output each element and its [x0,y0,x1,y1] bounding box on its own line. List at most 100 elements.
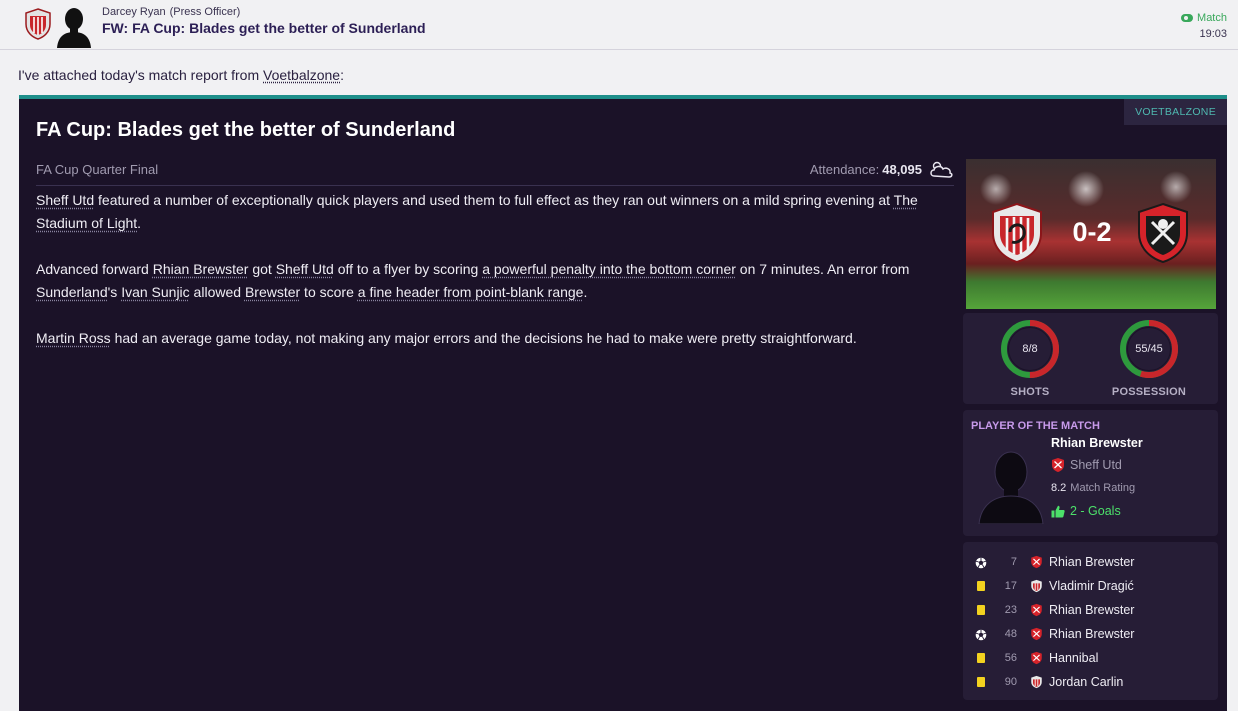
event-player[interactable]: Rhian Brewster [1049,627,1134,641]
text: featured a number of exceptionally quick… [94,192,894,208]
event-player[interactable]: Rhian Brewster [1049,603,1134,617]
intro-before: I've attached today's match report from [18,67,264,83]
event-row[interactable]: 17 Vladimir Dragić [963,574,1218,598]
goal-link[interactable]: a powerful penalty into the bottom corne… [482,261,736,277]
shots-value: 8/8 [1022,343,1038,355]
competition-label[interactable]: FA Cup Quarter Final [36,162,158,177]
paragraph-3: Martin Ross had an average game today, n… [36,327,956,350]
message-header: Darcey Ryan (Press Officer) FW: FA Cup: B… [0,0,1238,50]
yellow-card-icon [975,580,987,592]
yellow-card-icon [975,676,987,688]
event-player[interactable]: Jordan Carlin [1049,675,1123,689]
match-tag[interactable]: Match [1181,12,1227,24]
match-tag-label: Match [1197,12,1227,24]
potm-heading: PLAYER OF THE MATCH [971,420,1100,432]
text: off to a flyer by scoring [333,261,483,277]
event-minute: 17 [1004,580,1017,592]
player-link[interactable]: Brewster [245,284,300,300]
text: to score [300,284,358,300]
team-link[interactable]: Sunderland [36,284,108,300]
sheff-utd-badge-icon [1052,458,1064,472]
possession-stat[interactable]: 55/45 POSSESSION [1099,319,1199,398]
event-row[interactable]: 56 Hannibal [963,646,1218,670]
score: 0-2 [1072,217,1112,247]
rating-label: Match Rating [1070,482,1136,494]
sheff-utd-badge-icon [1030,603,1043,617]
match-stats-card: 8/8 SHOTS 55/45 POSSESSION [963,313,1218,404]
yellow-card-icon [975,604,987,616]
event-row[interactable]: 90 Jordan Carlin [963,670,1218,694]
sunderland-badge-icon [1030,579,1043,593]
divider [36,185,954,186]
goal-ball-icon [975,556,987,569]
goal-ball-icon [975,628,987,641]
sender-avatar-icon[interactable] [55,4,93,48]
attendance-label: Attendance: [809,161,880,177]
player-avatar-icon[interactable] [975,442,1047,524]
event-minute: 90 [1004,676,1017,688]
event-row[interactable]: 23 Rhian Brewster [963,598,1218,622]
event-player[interactable]: Rhian Brewster [1049,555,1134,569]
attendance: Attendance: 48,095 [754,158,954,180]
shots-label: SHOTS [1010,386,1050,398]
referee-link[interactable]: Martin Ross [36,330,111,346]
sunderland-badge-icon [25,8,51,40]
team-link[interactable]: Sheff Utd [276,261,334,277]
text: . [137,215,142,231]
potm-club[interactable]: Sheff Utd [1051,457,1122,473]
intro-after: : [340,67,344,83]
intro-text: I've attached today's match report from … [18,67,344,83]
goal-link[interactable]: a fine header from point-blank range [358,284,584,300]
player-link[interactable]: Ivan Sunjic [121,284,189,300]
thumbs-up-icon [1051,505,1065,517]
event-minute: 56 [1004,652,1017,664]
text: got [248,261,276,277]
text: . [583,284,588,300]
sunderland-badge-icon[interactable] [990,202,1044,264]
event-player[interactable]: Vladimir Dragić [1049,579,1134,593]
shots-stat[interactable]: 8/8 SHOTS [980,319,1080,398]
toggle-icon [1181,14,1194,22]
sender: Darcey Ryan (Press Officer) [102,6,240,18]
shots-ring: 8/8 [1000,319,1060,379]
goals-text: 2 - Goals [1070,504,1121,518]
sheff-utd-badge-icon [1030,555,1043,569]
sheff-utd-badge-icon[interactable] [1136,202,1190,264]
possession-value: 55/45 [1135,343,1163,355]
team-link[interactable]: Sheff Utd [36,192,94,208]
possession-label: POSSESSION [1111,386,1187,398]
rating-value: 8.2 [1051,482,1067,494]
paragraph-1: Sheff Utd featured a number of exception… [36,189,956,235]
attendance-value: 48,095 [882,161,922,177]
cloudy-icon [930,161,953,178]
event-row[interactable]: 7 Rhian Brewster [963,550,1218,574]
text: allowed [189,284,245,300]
event-minute: 48 [1004,628,1017,640]
possession-ring: 55/45 [1119,319,1179,379]
potm-name[interactable]: Rhian Brewster [1051,436,1143,450]
event-minute: 23 [1004,604,1017,616]
message-time: 19:03 [1199,28,1227,40]
sheff-utd-badge-icon [1030,651,1043,665]
yellow-card-icon [975,652,987,664]
player-of-the-match-card: PLAYER OF THE MATCH Rhian Brewster Sheff… [963,410,1218,536]
sunderland-badge-icon [1030,675,1043,689]
text: had an average game today, not making an… [110,330,857,346]
sheff-utd-badge-icon [1030,627,1043,641]
source-tag: VOETBALZONE [1124,99,1227,125]
sender-role: (Press Officer) [169,6,241,18]
event-player[interactable]: Hannibal [1049,651,1098,665]
player-link[interactable]: Rhian Brewster [153,261,249,277]
potm-club-name: Sheff Utd [1070,458,1122,472]
score-card[interactable]: 0-2 [966,159,1216,309]
text: on 7 minutes. An error from [735,261,910,277]
event-minute: 7 [1010,556,1017,568]
source-link[interactable]: Voetbalzone [263,67,340,83]
potm-goals: 2 - Goals [1051,504,1121,518]
article-title: FA Cup: Blades get the better of Sunderl… [36,119,456,141]
message-subject: FW: FA Cup: Blades get the better of Sun… [102,20,426,36]
event-row[interactable]: 48 Rhian Brewster [963,622,1218,646]
potm-rating: 8.2 Match Rating [1051,482,1135,494]
sender-name[interactable]: Darcey Ryan [102,6,166,18]
text: 's [107,284,122,300]
